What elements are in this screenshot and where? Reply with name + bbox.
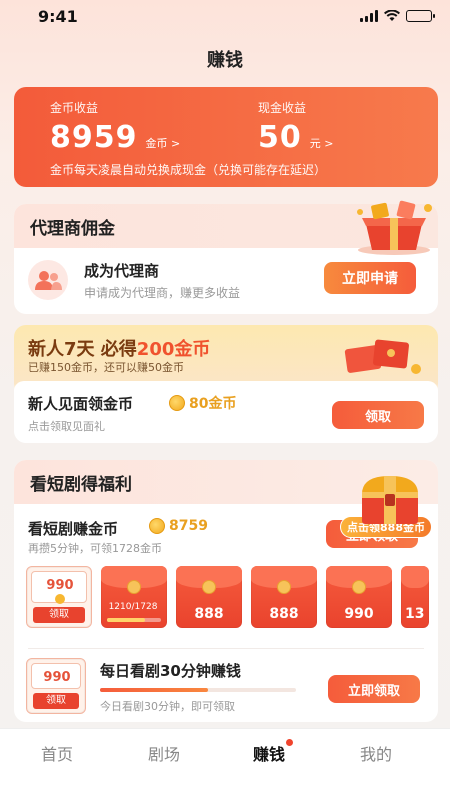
agent-subtitle: 申请成为代理商，赚更多收益 [84,286,241,300]
newbie-progress-text: 已赚150金币，还可以赚50金币 [28,361,184,374]
agent-users-icon [28,260,68,300]
newbie-desc: 点击领取见面礼 [28,420,105,433]
packet-progress-bar [107,618,161,622]
coin-icon [55,594,65,604]
daily-packet-value: 990 [43,670,71,685]
agent-title: 成为代理商 [84,262,160,280]
newbie-claim-button[interactable]: 领取 [332,401,424,429]
newbie-heading-prefix: 新人7天 必得 [28,339,137,360]
notification-dot [286,739,294,746]
newbie-title: 新人见面领金币 [28,395,134,413]
red-packet-progress[interactable]: 1210/1728 [101,566,167,628]
cash-earnings[interactable]: 现金收益 50 元 > [258,99,333,155]
gift-box-icon [357,200,432,255]
treasure-chest-icon [362,476,418,524]
packet-value: 990 [46,578,74,593]
red-packet[interactable]: 888 [176,566,242,628]
daily-packet-claim-button[interactable]: 领取 [33,693,79,709]
status-icons [360,10,435,22]
packet-value: 888 [269,606,299,622]
earnings-card: 金币收益 8959 金币 > 现金收益 50 元 > 金币每天凌晨自动兑换成现金… [14,87,438,187]
daily-subtitle: 今日看剧30分钟，即可领取 [100,700,235,713]
packet-value: 13 [405,606,425,622]
drama-coins-value: 8759 [169,518,208,534]
packet-claim-button[interactable]: 领取 [33,607,85,623]
exchange-note: 金币每天凌晨自动兑换成现金（兑换可能存在延迟） [50,163,327,177]
coin-icon [149,518,165,534]
newbie-reward: 80金币 [169,393,236,413]
status-bar: 9:41 [0,0,450,34]
tab-theater[interactable]: 剧场 [148,741,180,765]
red-packet[interactable]: 13 [401,566,429,628]
red-packet-opened[interactable]: 990 领取 [26,566,92,628]
packet-seal-icon [127,580,141,594]
tab-earn[interactable]: 赚钱 [253,739,294,765]
red-packet[interactable]: 990 [326,566,392,628]
red-packet[interactable]: 888 [251,566,317,628]
daily-claim-button[interactable]: 立即领取 [328,675,420,703]
cash-earnings-unit[interactable]: 元 > [310,135,334,151]
page-title: 赚钱 [207,50,243,71]
daily-progress-bar [100,688,296,692]
coin-earnings[interactable]: 金币收益 8959 金币 > [50,99,180,155]
packet-seal-icon [352,580,366,594]
coin-earnings-label: 金币收益 [50,101,99,115]
cash-earnings-label: 现金收益 [258,101,307,115]
signal-icon [360,10,378,22]
packet-seal-icon [202,580,216,594]
packet-progress-text: 1210/1728 [108,602,158,612]
tab-mine[interactable]: 我的 [360,741,392,765]
newbie-heading-highlight: 200金币 [136,339,211,360]
drama-coins: 8759 [149,518,208,534]
tab-earn-label: 赚钱 [253,745,286,764]
coin-icon [169,395,185,411]
packet-value: 990 [344,606,374,622]
coin-earnings-unit[interactable]: 金币 > [146,135,181,151]
daily-red-packet[interactable]: 990 领取 [26,658,86,714]
apply-agent-button[interactable]: 立即申请 [324,262,416,294]
status-time: 9:41 [38,7,78,26]
packet-seal-icon [277,580,291,594]
drama-title: 看短剧赚金币 [28,520,119,538]
tab-home[interactable]: 首页 [41,741,73,765]
newbie-heading: 新人7天 必得200金币 [28,335,210,361]
drama-subtitle: 再攒5分钟，可领1728金币 [28,542,162,555]
newbie-reward-value: 80金币 [189,396,237,412]
bottom-tab-bar: 首页 剧场 赚钱 我的 [0,728,450,800]
coin-earnings-value: 8959 [50,120,138,155]
red-packets-row: 990 领取 1210/1728 888 888 990 13 [26,566,429,630]
divider [28,648,424,649]
cash-earnings-value: 50 [258,120,302,155]
battery-icon [406,10,435,22]
daily-title: 每日看剧30分钟赚钱 [100,662,241,680]
packet-value: 888 [194,606,224,622]
wifi-icon [384,10,400,21]
red-envelope-icon [344,339,421,374]
